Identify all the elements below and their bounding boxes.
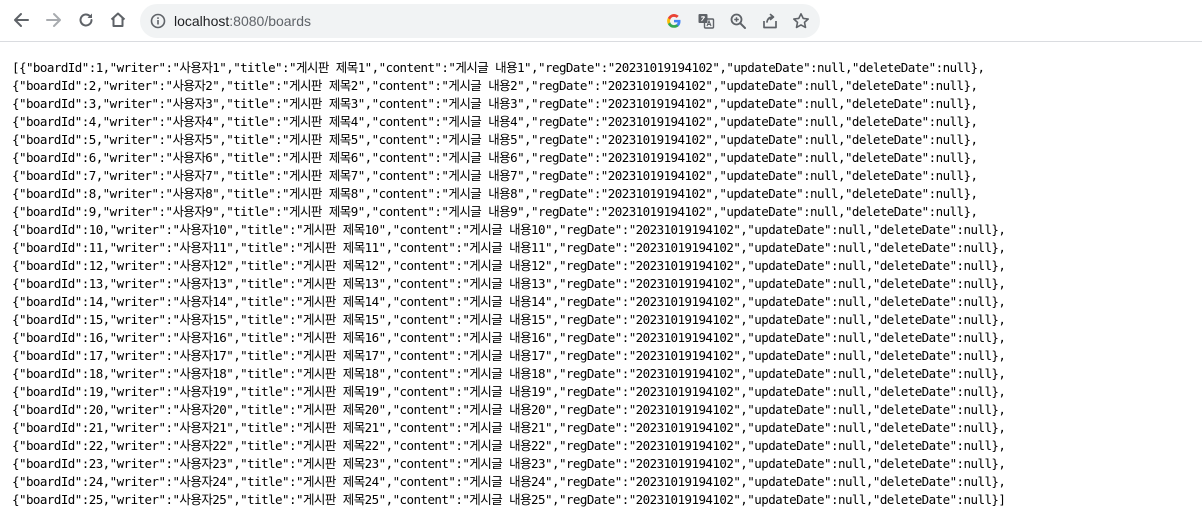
json-line: {"boardId":9,"writer":"사용자9","title":"게시… xyxy=(12,204,978,219)
translate-icon xyxy=(698,14,715,29)
address-bar[interactable]: localhost:8080/boards xyxy=(140,4,820,38)
share-icon xyxy=(763,13,777,29)
json-line: {"boardId":17,"writer":"사용자17","title":"… xyxy=(12,348,1006,363)
zoom-button[interactable] xyxy=(727,10,749,32)
home-icon xyxy=(110,12,126,27)
google-icon xyxy=(667,14,681,28)
star-icon xyxy=(793,13,809,29)
site-info-button[interactable] xyxy=(148,11,168,31)
home-button[interactable] xyxy=(104,6,132,34)
json-line: {"boardId":19,"writer":"사용자19","title":"… xyxy=(12,384,1006,399)
json-line: {"boardId":8,"writer":"사용자8","title":"게시… xyxy=(12,186,978,201)
zoom-in-icon xyxy=(730,13,746,29)
back-button[interactable] xyxy=(7,6,35,34)
reload-button[interactable] xyxy=(72,6,100,34)
json-line: {"boardId":16,"writer":"사용자16","title":"… xyxy=(12,330,1006,345)
browser-toolbar: localhost:8080/boards xyxy=(0,0,1202,42)
json-line: {"boardId":12,"writer":"사용자12","title":"… xyxy=(12,258,1006,273)
json-line: [{"boardId":1,"writer":"사용자1","title":"게… xyxy=(12,60,985,75)
json-line: {"boardId":7,"writer":"사용자7","title":"게시… xyxy=(12,168,978,183)
json-response-body: [{"boardId":1,"writer":"사용자1","title":"게… xyxy=(12,59,1006,509)
bookmark-button[interactable] xyxy=(790,10,812,32)
json-line: {"boardId":10,"writer":"사용자10","title":"… xyxy=(12,222,1006,237)
google-lens-button[interactable] xyxy=(663,10,685,32)
json-line: {"boardId":14,"writer":"사용자14","title":"… xyxy=(12,294,1006,309)
share-button[interactable] xyxy=(759,10,781,32)
json-line: {"boardId":20,"writer":"사용자20","title":"… xyxy=(12,402,1006,417)
url-host: localhost xyxy=(174,13,230,29)
json-line: {"boardId":6,"writer":"사용자6","title":"게시… xyxy=(12,150,978,165)
json-line: {"boardId":21,"writer":"사용자21","title":"… xyxy=(12,420,1006,435)
url-path: /boards xyxy=(264,13,312,29)
json-line: {"boardId":3,"writer":"사용자3","title":"게시… xyxy=(12,96,978,111)
json-line: {"boardId":22,"writer":"사용자22","title":"… xyxy=(12,438,1006,453)
json-line: {"boardId":23,"writer":"사용자23","title":"… xyxy=(12,456,1006,471)
arrow-right-icon xyxy=(46,13,61,27)
json-line: {"boardId":4,"writer":"사용자4","title":"게시… xyxy=(12,114,978,129)
json-line: {"boardId":15,"writer":"사용자15","title":"… xyxy=(12,312,1006,327)
json-line: {"boardId":24,"writer":"사용자24","title":"… xyxy=(12,474,1006,489)
url-text[interactable]: localhost:8080/boards xyxy=(174,12,311,30)
json-line: {"boardId":5,"writer":"사용자5","title":"게시… xyxy=(12,132,978,147)
url-port: :8080 xyxy=(229,13,265,29)
forward-button[interactable] xyxy=(40,6,68,34)
page-content: [{"boardId":1,"writer":"사용자1","title":"게… xyxy=(0,42,1202,520)
json-line: {"boardId":13,"writer":"사용자13","title":"… xyxy=(12,276,1006,291)
reload-icon xyxy=(79,13,93,27)
json-line: {"boardId":2,"writer":"사용자2","title":"게시… xyxy=(12,78,978,93)
info-circle-icon xyxy=(150,13,166,29)
json-line: {"boardId":11,"writer":"사용자11","title":"… xyxy=(12,240,1006,255)
arrow-left-icon xyxy=(14,13,29,27)
translate-button[interactable] xyxy=(695,10,717,32)
json-line: {"boardId":25,"writer":"사용자25","title":"… xyxy=(12,492,1006,507)
json-line: {"boardId":18,"writer":"사용자18","title":"… xyxy=(12,366,1006,381)
